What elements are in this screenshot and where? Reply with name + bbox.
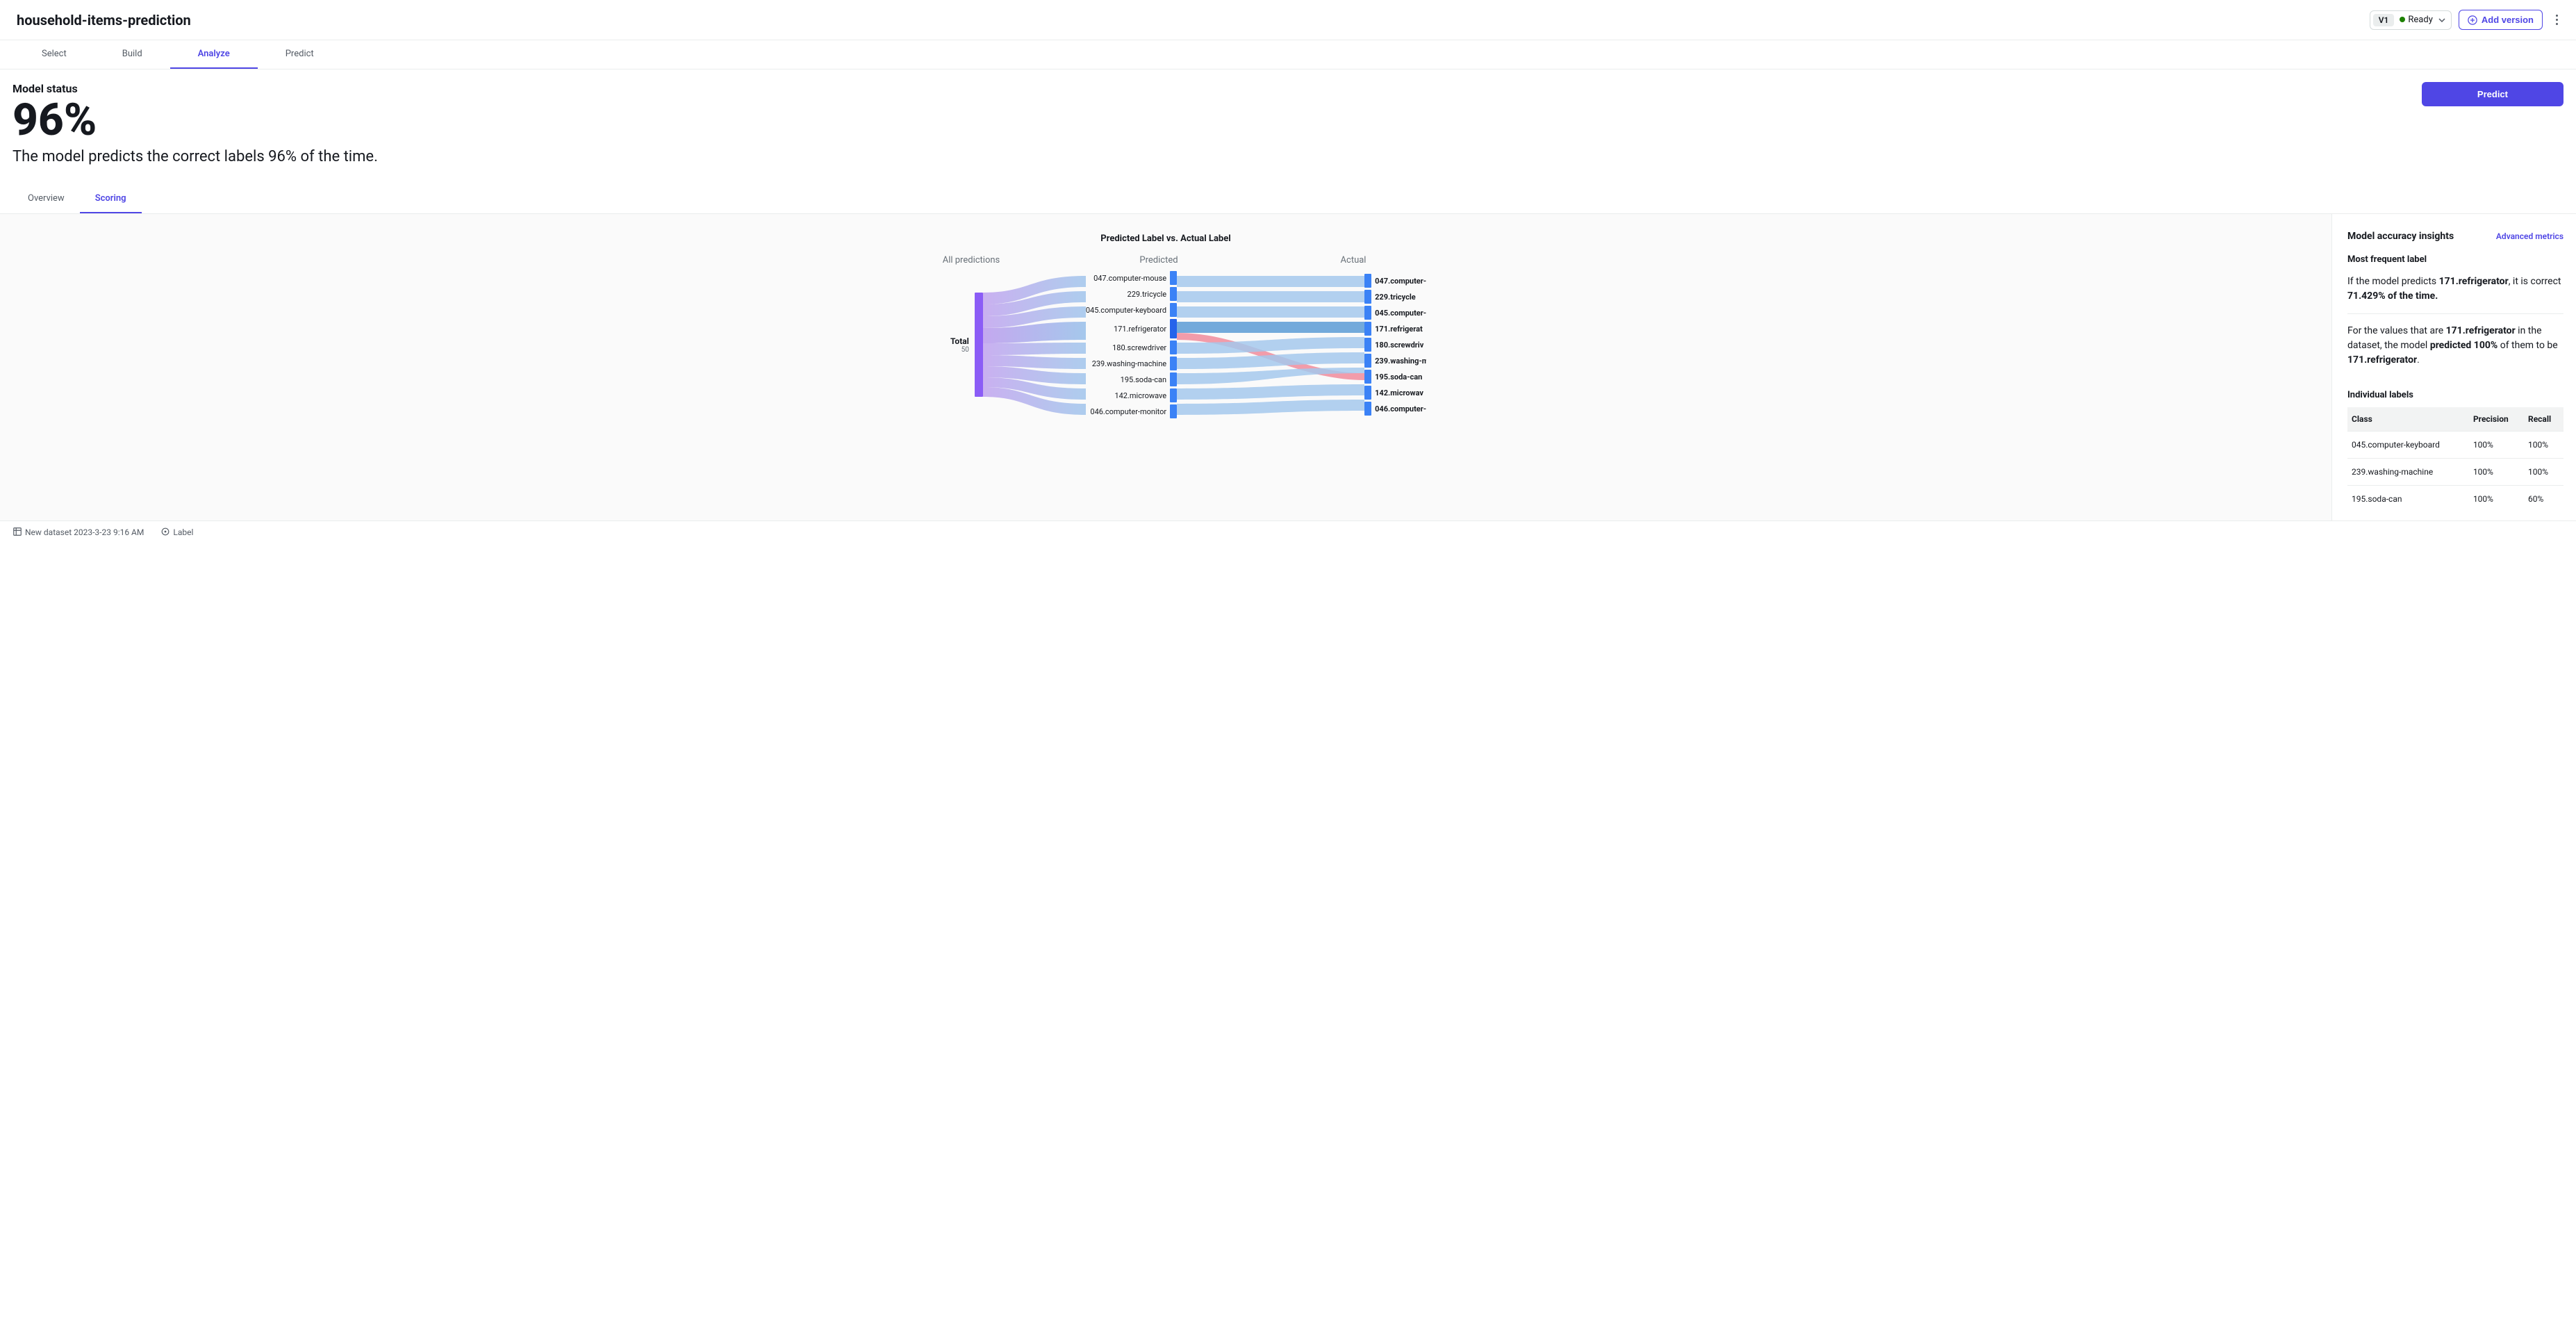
th-recall: Recall [2524,407,2563,432]
recall-insight: For the values that are 171.refrigerator… [2347,313,2563,377]
th-class: Class [2347,407,2469,432]
dataset-info: New dataset 2023-3-23 9:16 AM [13,527,144,537]
predicted-row[interactable]: 195.soda-can [1086,372,1177,386]
actual-row[interactable]: 142.microwav [1364,386,1426,400]
model-title: household-items-prediction [17,12,191,28]
predicted-row[interactable]: 229.tricycle [1086,287,1177,301]
actual-row[interactable]: 046.computer- [1364,402,1426,416]
tab-select[interactable]: Select [14,40,94,69]
predicted-row[interactable]: 047.computer-mouse [1086,271,1177,285]
predicted-column: 047.computer-mouse 229.tricycle 045.comput… [1086,271,1177,418]
sankey-fan [975,272,1086,418]
sankey-links [1177,272,1364,418]
chart-title: Predicted Label vs. Actual Label [0,233,2331,244]
subtab-overview[interactable]: Overview [13,185,80,213]
model-status-panel: Model status 96% The model predicts the … [0,69,2576,185]
total-node: Total 50 [905,336,975,354]
tab-predict[interactable]: Predict [258,40,342,69]
predicted-row[interactable]: 180.screwdriver [1086,341,1177,354]
sankey-chart: Predicted Label vs. Actual Label All pre… [0,214,2331,521]
actual-row[interactable]: 045.computer- [1364,306,1426,320]
page-header: household-items-prediction V1 Ready Add … [0,0,2576,40]
insights-panel: Model accuracy insights Advanced metrics… [2331,214,2576,521]
actual-row[interactable]: 195.soda-can [1364,370,1426,384]
primary-tabs: Select Build Analyze Predict [0,40,2576,69]
predicted-row[interactable]: 142.microwave [1086,388,1177,402]
add-version-button[interactable]: Add version [2459,10,2543,30]
predict-button[interactable]: Predict [2422,82,2563,106]
version-tag: V1 [2373,14,2395,26]
col-actual: Actual [1298,255,1409,265]
col-all-predictions: All predictions [923,255,1020,265]
insights-title: Model accuracy insights [2347,231,2454,242]
actual-row[interactable]: 171.refrigerat [1364,322,1426,336]
version-selector[interactable]: V1 Ready [2370,10,2452,30]
actual-row[interactable]: 180.screwdriv [1364,338,1426,352]
plus-circle-icon [2468,15,2477,25]
model-status-description: The model predicts the correct labels 96… [13,148,378,165]
table-icon [13,527,22,536]
actual-row[interactable]: 239.washing-m [1364,354,1426,368]
actual-row[interactable]: 047.computer- [1364,274,1426,288]
most-frequent-label-heading: Most frequent label [2347,254,2563,265]
scoring-content: Predicted Label vs. Actual Label All pre… [0,214,2576,521]
target-info: Label [160,527,193,537]
more-menu-button[interactable] [2550,15,2563,25]
advanced-metrics-link[interactable]: Advanced metrics [2496,231,2563,241]
status-bar: New dataset 2023-3-23 9:16 AM Label [0,521,2576,543]
actual-row[interactable]: 229.tricycle [1364,290,1426,304]
table-row: 239.washing-machine100%100% [2347,459,2563,486]
subtab-scoring[interactable]: Scoring [80,185,142,213]
analyze-subtabs: Overview Scoring [0,185,2576,214]
table-row: 045.computer-keyboard100%100% [2347,432,2563,459]
tab-analyze[interactable]: Analyze [170,40,258,69]
table-row: 195.soda-can100%60% [2347,486,2563,513]
predicted-row[interactable]: 046.computer-monitor [1086,404,1177,418]
status-indicator: Ready [2400,15,2432,25]
tab-build[interactable]: Build [94,40,170,69]
chart-column-headers: All predictions Predicted Actual [923,255,1409,265]
predicted-row[interactable]: 045.computer-keyboard [1086,303,1177,317]
actual-column: 047.computer- 229.tricycle 045.computer- 17… [1364,274,1426,416]
target-icon [160,527,170,536]
col-predicted: Predicted [1020,255,1298,265]
chevron-down-icon [2438,18,2445,22]
model-accuracy: 96% [13,98,378,142]
predicted-row[interactable]: 239.washing-machine [1086,357,1177,370]
precision-insight: If the model predicts 171.refrigerator, … [2347,274,2563,313]
th-precision: Precision [2469,407,2524,432]
metrics-table: Class Precision Recall 045.computer-keyb… [2347,407,2563,512]
predicted-row[interactable]: 171.refrigerator [1086,319,1177,338]
individual-labels-heading: Individual labels [2347,390,2563,400]
